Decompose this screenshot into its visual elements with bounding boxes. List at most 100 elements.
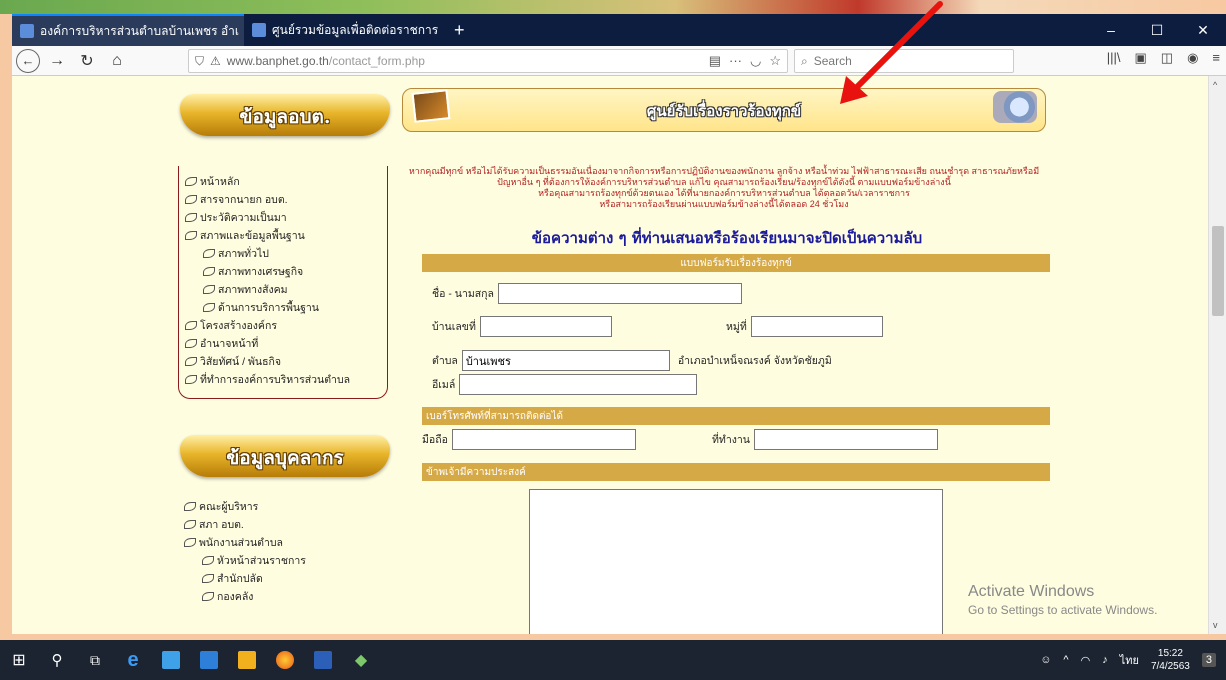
sidebar-item[interactable]: คณะผู้บริหาร [184, 497, 382, 515]
page-actions-icon[interactable]: ··· [729, 53, 742, 69]
leaf-bullet-icon [185, 320, 197, 330]
sidebar-item[interactable]: พนักงานส่วนตำบล [184, 533, 382, 551]
new-tab-button[interactable]: + [444, 14, 475, 46]
moo-input[interactable] [750, 316, 883, 337]
sidebar-title-personnel: ข้อมูลบุคลากร [226, 447, 344, 469]
tab-info-center[interactable]: ศูนย์รวมข้อมูลเพื่อติดต่อราชการ ✕ [244, 14, 444, 46]
activate-title: Activate Windows [968, 583, 1095, 600]
url-bar[interactable]: ⛉ ⚠ www.banphet.go.th/contact_form.php ▤… [188, 49, 788, 73]
sidebar-item-label: คณะผู้บริหาร [199, 500, 259, 513]
sidebar-item-label: สภาพทางสังคม [218, 283, 288, 296]
bookmark-star-icon[interactable]: ☆ [769, 53, 781, 69]
library-icon[interactable]: |||\ [1107, 50, 1121, 66]
sidebar-item-label: หัวหน้าส่วนราชการ [217, 554, 306, 567]
sidebar-item[interactable]: ด้านการบริการพื้นฐาน [185, 298, 381, 316]
reload-button[interactable]: ↻ [74, 48, 100, 74]
volume-icon[interactable]: ♪ [1102, 654, 1108, 666]
sidebar-item[interactable]: สำนักปลัด [184, 569, 382, 587]
intro-line: หากคุณมีทุกข์ หรือไม่ได้รับความเป็นธรรมอ… [408, 166, 1040, 176]
home-button[interactable]: ⌂ [104, 48, 130, 74]
input-language[interactable]: ไทย [1120, 651, 1139, 669]
back-button[interactable]: ← [16, 48, 40, 73]
maximize-button[interactable]: ☐ [1134, 14, 1180, 46]
leaf-bullet-icon [185, 212, 197, 222]
clock[interactable]: 15:22 7/4/2563 [1151, 647, 1190, 673]
container-icon[interactable]: ▣ [1134, 50, 1146, 66]
search-placeholder: Search [813, 54, 852, 68]
tab-banphet[interactable]: องค์การบริหารส่วนตำบลบ้านเพชร อำเ ✕ [12, 14, 244, 46]
sidebar-icon[interactable]: ◫ [1161, 50, 1173, 66]
shield-icon[interactable]: ⛉ [195, 54, 204, 69]
sidebar-item[interactable]: สภาพและข้อมูลพื้นฐาน [185, 226, 381, 244]
email-row: อีเมล์ [432, 374, 698, 395]
store-icon[interactable] [228, 640, 266, 680]
tambon-label: ตำบล [432, 355, 458, 367]
sidebar-item[interactable]: หัวหน้าส่วนราชการ [184, 551, 382, 569]
search-box[interactable]: ⌕ Search [794, 49, 1014, 73]
vertical-scrollbar[interactable]: ^ v [1208, 76, 1226, 634]
leaf-bullet-icon [185, 356, 197, 366]
sidebar-item-label: หน้าหลัก [200, 175, 240, 188]
search-icon[interactable]: ⚲ [38, 640, 76, 680]
app-icon[interactable]: ◆ [342, 640, 380, 680]
sidebar-item[interactable]: ประวัติความเป็นมา [185, 208, 381, 226]
sidebar-item-label: วิสัยทัศน์ / พันธกิจ [200, 355, 281, 368]
sidebar-item[interactable]: หน้าหลัก [185, 172, 381, 190]
menu-icon[interactable]: ≡ [1212, 50, 1220, 66]
notification-center-icon[interactable]: 3 [1201, 653, 1216, 667]
leaf-bullet-icon [202, 555, 214, 565]
lock-warning-icon[interactable]: ⚠ [210, 54, 221, 68]
purpose-textarea[interactable] [529, 489, 943, 634]
reader-view-icon[interactable]: ▤ [709, 53, 721, 69]
leaf-bullet-icon [185, 230, 197, 240]
forward-button[interactable]: → [44, 48, 70, 74]
mobile-input[interactable] [451, 429, 636, 450]
minimize-button[interactable]: – [1088, 14, 1134, 46]
sidebar-item[interactable]: สภาพทั่วไป [185, 244, 381, 262]
file-explorer-icon[interactable] [152, 640, 190, 680]
scrollbar-thumb[interactable] [1212, 226, 1224, 316]
mail-icon[interactable] [190, 640, 228, 680]
document-favicon-icon [252, 23, 266, 37]
sidebar-item[interactable]: สารจากนายก อบต. [185, 190, 381, 208]
email-input[interactable] [459, 374, 698, 395]
intro-text: หากคุณมีทุกข์ หรือไม่ได้รับความเป็นธรรมอ… [394, 166, 1054, 210]
house-number-input[interactable] [479, 316, 612, 337]
sidebar-item[interactable]: สภา อบต. [184, 515, 382, 533]
show-hidden-icons[interactable]: ^ [1063, 654, 1068, 666]
start-windows-icon[interactable]: ⊞ [0, 640, 38, 680]
tambon-input[interactable] [461, 350, 670, 371]
scroll-down-icon[interactable]: v [1213, 620, 1218, 630]
sidebar-item[interactable]: สภาพทางเศรษฐกิจ [185, 262, 381, 280]
name-input[interactable] [497, 283, 742, 304]
work-phone-input[interactable] [753, 429, 938, 450]
site-favicon-icon [20, 24, 34, 38]
sidebar-item[interactable]: ที่ทำการองค์การบริหารส่วนตำบล [185, 370, 381, 388]
people-icon[interactable]: ☺ [1040, 654, 1051, 666]
account-icon[interactable]: ◉ [1187, 50, 1198, 66]
moo-label: หมู่ที่ [726, 321, 747, 333]
intro-line: หรือสามารถร้องเรียนผ่านแบบฟอร์มข้างล่างน… [599, 199, 849, 209]
moo-row: หมู่ที่ [726, 316, 883, 337]
slide-background-left [0, 14, 12, 634]
network-icon[interactable]: ◠ [1081, 654, 1091, 667]
pocket-icon[interactable]: ◡ [750, 53, 761, 69]
sidebar-item[interactable]: วิสัยทัศน์ / พันธกิจ [185, 352, 381, 370]
task-view-icon[interactable]: ⧉ [76, 640, 114, 680]
page-title: ศูนย์รับเรื่องราวร้องทุกข์ [646, 102, 802, 120]
sidebar-item[interactable]: อำนาจหน้าที่ [185, 334, 381, 352]
sidebar-item[interactable]: โครงสร้างองค์กร [185, 316, 381, 334]
sidebar-item[interactable]: สภาพทางสังคม [185, 280, 381, 298]
close-window-button[interactable]: ✕ [1180, 14, 1226, 46]
edge-browser-icon[interactable]: e [114, 640, 152, 680]
work-phone-row: ที่ทำงาน [712, 429, 938, 450]
amphoe-text: อำเภอบำเหน็จณรงค์ จังหวัดชัยภูมิ [677, 355, 832, 367]
word-icon[interactable] [304, 640, 342, 680]
scroll-up-icon[interactable]: ^ [1213, 80, 1217, 90]
sidebar-item[interactable]: กองคลัง [184, 587, 382, 605]
sidebar-item-label: กองคลัง [217, 590, 254, 603]
sidebar-item-label: สภาพทางเศรษฐกิจ [218, 265, 304, 278]
leaf-bullet-icon [185, 338, 197, 348]
firefox-icon[interactable] [266, 640, 304, 680]
url-text[interactable]: www.banphet.go.th/contact_form.php [227, 54, 425, 68]
